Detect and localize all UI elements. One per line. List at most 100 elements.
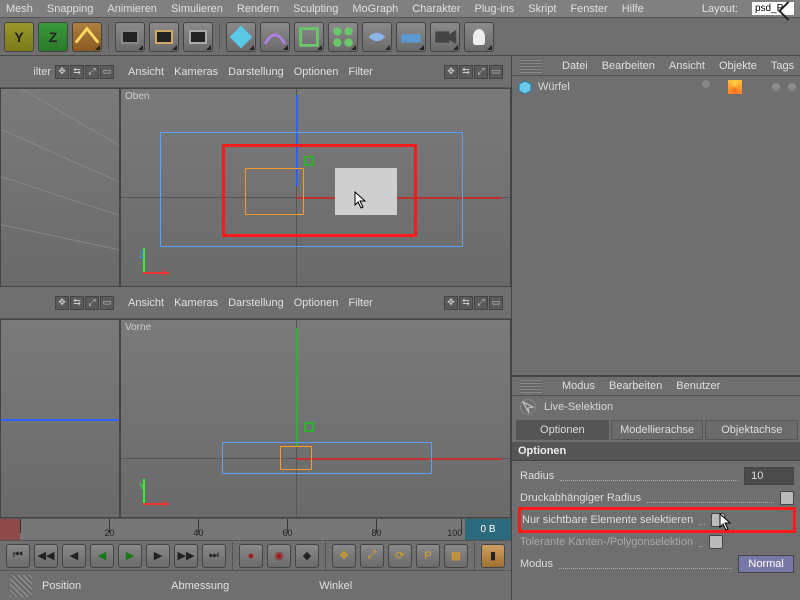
- goto-end-button[interactable]: ⏭: [202, 544, 226, 568]
- timeline-ruler[interactable]: 20 40 60 80 100 0 B: [0, 518, 511, 540]
- prev-frame-button[interactable]: ◀: [62, 544, 86, 568]
- render-settings-button[interactable]: [149, 22, 179, 52]
- nurbs-tool-button[interactable]: [294, 22, 324, 52]
- viewport-nav-icon[interactable]: ⇆: [459, 65, 473, 79]
- back-arrow-icon[interactable]: [780, 1, 796, 17]
- menu-item[interactable]: Objekte: [719, 60, 757, 72]
- tab-object-axis[interactable]: Objektachse: [705, 420, 798, 440]
- viewport-menu-item[interactable]: Filter: [348, 66, 372, 78]
- render-queue-button[interactable]: [183, 22, 213, 52]
- timeline-end-field[interactable]: 0 B: [465, 519, 511, 540]
- viewport-menu-item[interactable]: Filter: [348, 297, 372, 309]
- viewport-menu-item[interactable]: Kameras: [174, 297, 218, 309]
- menu-item[interactable]: Tags: [771, 60, 794, 72]
- radius-field[interactable]: 10: [744, 467, 794, 485]
- menu-item[interactable]: Modus: [562, 380, 595, 392]
- viewport-menu-item[interactable]: Ansicht: [128, 297, 164, 309]
- take-button[interactable]: ▮: [481, 544, 505, 568]
- next-frame-button[interactable]: ▶: [146, 544, 170, 568]
- visibility-editor-dot[interactable]: [772, 83, 780, 91]
- prev-key-button[interactable]: ◀◀: [34, 544, 58, 568]
- render-view-button[interactable]: [115, 22, 145, 52]
- viewport-top[interactable]: Oben X Z: [120, 88, 511, 287]
- grip-icon[interactable]: [520, 59, 542, 73]
- array-tool-button[interactable]: [328, 22, 358, 52]
- visibility-render-dot[interactable]: [788, 83, 796, 91]
- primitive-cube-button[interactable]: [226, 22, 256, 52]
- menu-item[interactable]: Skript: [528, 3, 556, 15]
- menu-item[interactable]: Datei: [562, 60, 588, 72]
- tag-icon[interactable]: [728, 80, 742, 94]
- key-rotate-button[interactable]: ⟳: [388, 544, 412, 568]
- menu-item[interactable]: Charakter: [412, 3, 460, 15]
- record-button[interactable]: ●: [239, 544, 263, 568]
- viewport-nav-icon[interactable]: ▭: [100, 65, 114, 79]
- menu-item[interactable]: Mesh: [6, 3, 33, 15]
- menu-item[interactable]: Hilfe: [622, 3, 644, 15]
- key-move-button[interactable]: ✥: [332, 544, 356, 568]
- next-key-button[interactable]: ▶▶: [174, 544, 198, 568]
- tolerant-checkbox[interactable]: [709, 535, 723, 549]
- pressure-checkbox[interactable]: [780, 491, 794, 505]
- axis-y-toggle[interactable]: Y: [4, 22, 34, 52]
- tab-model-axis[interactable]: Modellierachse: [611, 420, 704, 440]
- menu-item[interactable]: Fenster: [570, 3, 607, 15]
- viewport-menu-item[interactable]: Kameras: [174, 66, 218, 78]
- viewport-perspective[interactable]: [0, 88, 120, 287]
- key-pla-button[interactable]: ▦: [444, 544, 468, 568]
- menu-item[interactable]: Rendern: [237, 3, 279, 15]
- camera-button[interactable]: [430, 22, 460, 52]
- viewport-nav-icon[interactable]: ⤢: [474, 65, 488, 79]
- viewport-nav-icon[interactable]: ▭: [489, 296, 503, 310]
- viewport-nav-icon[interactable]: ⤢: [474, 296, 488, 310]
- grip-icon[interactable]: [10, 575, 32, 597]
- viewport-front[interactable]: Vorne X Y: [120, 319, 511, 518]
- viewport-menu-item[interactable]: Ansicht: [128, 66, 164, 78]
- grip-icon[interactable]: [520, 379, 542, 393]
- key-scale-button[interactable]: ⤢: [360, 544, 384, 568]
- play-button[interactable]: ▶: [118, 544, 142, 568]
- layer-dot-icon[interactable]: [702, 80, 710, 88]
- goto-start-button[interactable]: ⏮: [6, 544, 30, 568]
- coordinate-system-toggle[interactable]: [72, 22, 102, 52]
- spline-tool-button[interactable]: [260, 22, 290, 52]
- menu-item[interactable]: Animieren: [107, 3, 157, 15]
- viewport-nav-icon[interactable]: ⤢: [85, 65, 99, 79]
- object-manager-tree[interactable]: Würfel: [512, 76, 800, 376]
- menu-item[interactable]: Plug-ins: [475, 3, 515, 15]
- viewport-nav-icon[interactable]: ⇆: [70, 65, 84, 79]
- viewport-nav-icon[interactable]: ⤢: [85, 296, 99, 310]
- menu-item[interactable]: Bearbeiten: [602, 60, 655, 72]
- viewport-menu-item[interactable]: Optionen: [294, 297, 339, 309]
- environment-button[interactable]: [396, 22, 426, 52]
- viewport-nav-icon[interactable]: ▭: [489, 65, 503, 79]
- keyframe-sel-button[interactable]: ◆: [295, 544, 319, 568]
- menu-item[interactable]: Sculpting: [293, 3, 338, 15]
- menu-item[interactable]: MoGraph: [352, 3, 398, 15]
- viewport-menu-item[interactable]: Optionen: [294, 66, 339, 78]
- menu-item[interactable]: Ansicht: [669, 60, 705, 72]
- menu-item[interactable]: Snapping: [47, 3, 94, 15]
- viewport-nav-icon[interactable]: ✥: [444, 296, 458, 310]
- viewport-menu-item[interactable]: Darstellung: [228, 297, 284, 309]
- menu-item[interactable]: Bearbeiten: [609, 380, 662, 392]
- viewport-side[interactable]: [0, 319, 120, 518]
- filter-label[interactable]: ilter: [33, 66, 51, 78]
- viewport-nav-icon[interactable]: ✥: [55, 296, 69, 310]
- light-button[interactable]: [464, 22, 494, 52]
- menu-item[interactable]: Benutzer: [676, 380, 720, 392]
- autokey-button[interactable]: ◉: [267, 544, 291, 568]
- viewport-nav-icon[interactable]: ✥: [55, 65, 69, 79]
- tab-options[interactable]: Optionen: [516, 420, 609, 440]
- menu-item[interactable]: Simulieren: [171, 3, 223, 15]
- viewport-nav-icon[interactable]: ⇆: [70, 296, 84, 310]
- viewport-menu-item[interactable]: Darstellung: [228, 66, 284, 78]
- key-param-button[interactable]: P: [416, 544, 440, 568]
- object-tree-item[interactable]: Würfel: [518, 80, 796, 94]
- viewport-nav-icon[interactable]: ✥: [444, 65, 458, 79]
- deformer-button[interactable]: [362, 22, 392, 52]
- viewport-nav-icon[interactable]: ▭: [100, 296, 114, 310]
- play-back-button[interactable]: ◀: [90, 544, 114, 568]
- axis-z-toggle[interactable]: Z: [38, 22, 68, 52]
- mode-dropdown[interactable]: Normal: [738, 555, 794, 573]
